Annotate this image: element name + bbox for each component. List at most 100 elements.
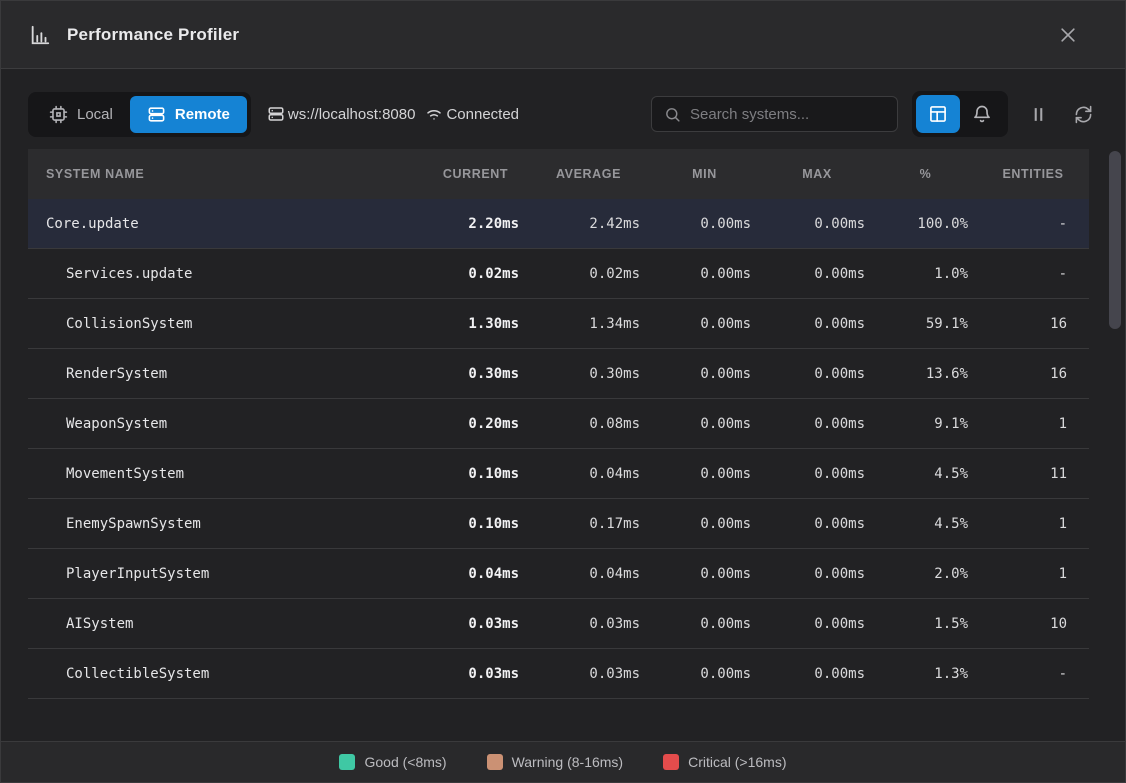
- column-header-percent[interactable]: %: [874, 167, 977, 181]
- wifi-icon: [425, 105, 443, 123]
- scrollbar-thumb[interactable]: [1109, 151, 1121, 329]
- search-input[interactable]: [690, 106, 889, 123]
- column-header-system-name[interactable]: SYSTEM NAME: [28, 167, 423, 181]
- column-header-min[interactable]: MIN: [649, 167, 760, 181]
- local-mode-label: Local: [77, 106, 113, 123]
- cell-name: AISystem: [28, 616, 423, 632]
- clipped-row: [28, 699, 1089, 715]
- cell-average: 0.08ms: [528, 416, 649, 432]
- table-row[interactable]: CollisionSystem1.30ms1.34ms0.00ms0.00ms5…: [28, 299, 1089, 349]
- cell-current: 0.03ms: [423, 666, 528, 682]
- cell-percent: 1.3%: [874, 666, 977, 682]
- legend-label: Critical (>16ms): [688, 754, 786, 770]
- legend-label: Good (<8ms): [364, 754, 446, 770]
- cell-max: 0.00ms: [760, 616, 874, 632]
- toolbar: Local Remote ws://localhost:8080: [28, 91, 1098, 137]
- connection-url: ws://localhost:8080: [267, 105, 416, 123]
- cell-min: 0.00ms: [649, 516, 760, 532]
- cell-current: 0.02ms: [423, 266, 528, 282]
- alerts-button[interactable]: [960, 95, 1004, 133]
- cell-average: 2.42ms: [528, 216, 649, 232]
- cell-average: 0.03ms: [528, 616, 649, 632]
- cell-average: 0.30ms: [528, 366, 649, 382]
- cell-current: 0.04ms: [423, 566, 528, 582]
- table-row[interactable]: RenderSystem0.30ms0.30ms0.00ms0.00ms13.6…: [28, 349, 1089, 399]
- close-icon: [1058, 25, 1078, 45]
- column-header-current[interactable]: CURRENT: [423, 167, 528, 181]
- cell-max: 0.00ms: [760, 566, 874, 582]
- legend-swatch-icon: [339, 754, 355, 770]
- cell-entities: 16: [977, 316, 1089, 332]
- cell-min: 0.00ms: [649, 566, 760, 582]
- cell-current: 0.10ms: [423, 466, 528, 482]
- table-row[interactable]: CollectibleSystem0.03ms0.03ms0.00ms0.00m…: [28, 649, 1089, 699]
- cell-max: 0.00ms: [760, 316, 874, 332]
- cell-percent: 4.5%: [874, 516, 977, 532]
- cell-entities: 10: [977, 616, 1089, 632]
- table-row[interactable]: Services.update0.02ms0.02ms0.00ms0.00ms1…: [28, 249, 1089, 299]
- pause-icon: [1029, 105, 1048, 124]
- cell-min: 0.00ms: [649, 416, 760, 432]
- server-icon: [267, 105, 285, 123]
- cell-max: 0.00ms: [760, 516, 874, 532]
- page-title: Performance Profiler: [67, 25, 239, 45]
- cell-percent: 100.0%: [874, 216, 977, 232]
- cell-current: 1.30ms: [423, 316, 528, 332]
- cell-average: 0.03ms: [528, 666, 649, 682]
- cell-percent: 4.5%: [874, 466, 977, 482]
- search-icon: [664, 106, 681, 123]
- cell-percent: 2.0%: [874, 566, 977, 582]
- bell-icon: [972, 104, 992, 124]
- cell-min: 0.00ms: [649, 366, 760, 382]
- cell-min: 0.00ms: [649, 216, 760, 232]
- legend-item: Good (<8ms): [339, 754, 446, 770]
- cell-entities: 1: [977, 566, 1089, 582]
- server-icon: [147, 105, 166, 124]
- cell-name: Core.update: [28, 216, 423, 232]
- table-row[interactable]: Core.update2.20ms2.42ms0.00ms0.00ms100.0…: [28, 199, 1089, 249]
- cell-entities: -: [977, 266, 1089, 282]
- cell-min: 0.00ms: [649, 666, 760, 682]
- legend-item: Critical (>16ms): [663, 754, 786, 770]
- connection-url-text: ws://localhost:8080: [288, 106, 416, 123]
- cell-percent: 9.1%: [874, 416, 977, 432]
- column-header-average[interactable]: AVERAGE: [528, 167, 649, 181]
- column-header-entities[interactable]: ENTITIES: [977, 167, 1089, 181]
- table-body: Core.update2.20ms2.42ms0.00ms0.00ms100.0…: [28, 199, 1089, 699]
- cell-entities: 1: [977, 416, 1089, 432]
- remote-mode-button[interactable]: Remote: [130, 96, 247, 133]
- cell-max: 0.00ms: [760, 466, 874, 482]
- cell-name: Services.update: [28, 266, 423, 282]
- cell-current: 0.20ms: [423, 416, 528, 432]
- table-row[interactable]: EnemySpawnSystem0.10ms0.17ms0.00ms0.00ms…: [28, 499, 1089, 549]
- refresh-button[interactable]: [1068, 95, 1098, 133]
- cell-entities: -: [977, 216, 1089, 232]
- cell-average: 0.17ms: [528, 516, 649, 532]
- table-header-row: SYSTEM NAME CURRENT AVERAGE MIN MAX % EN…: [28, 149, 1089, 199]
- cell-name: CollectibleSystem: [28, 666, 423, 682]
- remote-mode-label: Remote: [175, 106, 230, 123]
- cell-min: 0.00ms: [649, 616, 760, 632]
- close-button[interactable]: [1051, 18, 1085, 52]
- local-mode-button[interactable]: Local: [32, 96, 130, 133]
- column-header-max[interactable]: MAX: [760, 167, 874, 181]
- table-row[interactable]: WeaponSystem0.20ms0.08ms0.00ms0.00ms9.1%…: [28, 399, 1089, 449]
- legend-label: Warning (8-16ms): [512, 754, 624, 770]
- cell-percent: 1.5%: [874, 616, 977, 632]
- legend-swatch-icon: [487, 754, 503, 770]
- table-view-button[interactable]: [916, 95, 960, 133]
- pause-button[interactable]: [1023, 95, 1053, 133]
- table-row[interactable]: PlayerInputSystem0.04ms0.04ms0.00ms0.00m…: [28, 549, 1089, 599]
- scrollbar-track[interactable]: [1109, 151, 1121, 737]
- cell-entities: 16: [977, 366, 1089, 382]
- cell-percent: 1.0%: [874, 266, 977, 282]
- cell-min: 0.00ms: [649, 266, 760, 282]
- title-bar: Performance Profiler: [1, 1, 1125, 69]
- table-row[interactable]: MovementSystem0.10ms0.04ms0.00ms0.00ms4.…: [28, 449, 1089, 499]
- table-row[interactable]: AISystem0.03ms0.03ms0.00ms0.00ms1.5%10: [28, 599, 1089, 649]
- connection-status: Connected: [425, 105, 519, 123]
- cell-min: 0.00ms: [649, 316, 760, 332]
- cell-name: CollisionSystem: [28, 316, 423, 332]
- cell-max: 0.00ms: [760, 366, 874, 382]
- cell-name: RenderSystem: [28, 366, 423, 382]
